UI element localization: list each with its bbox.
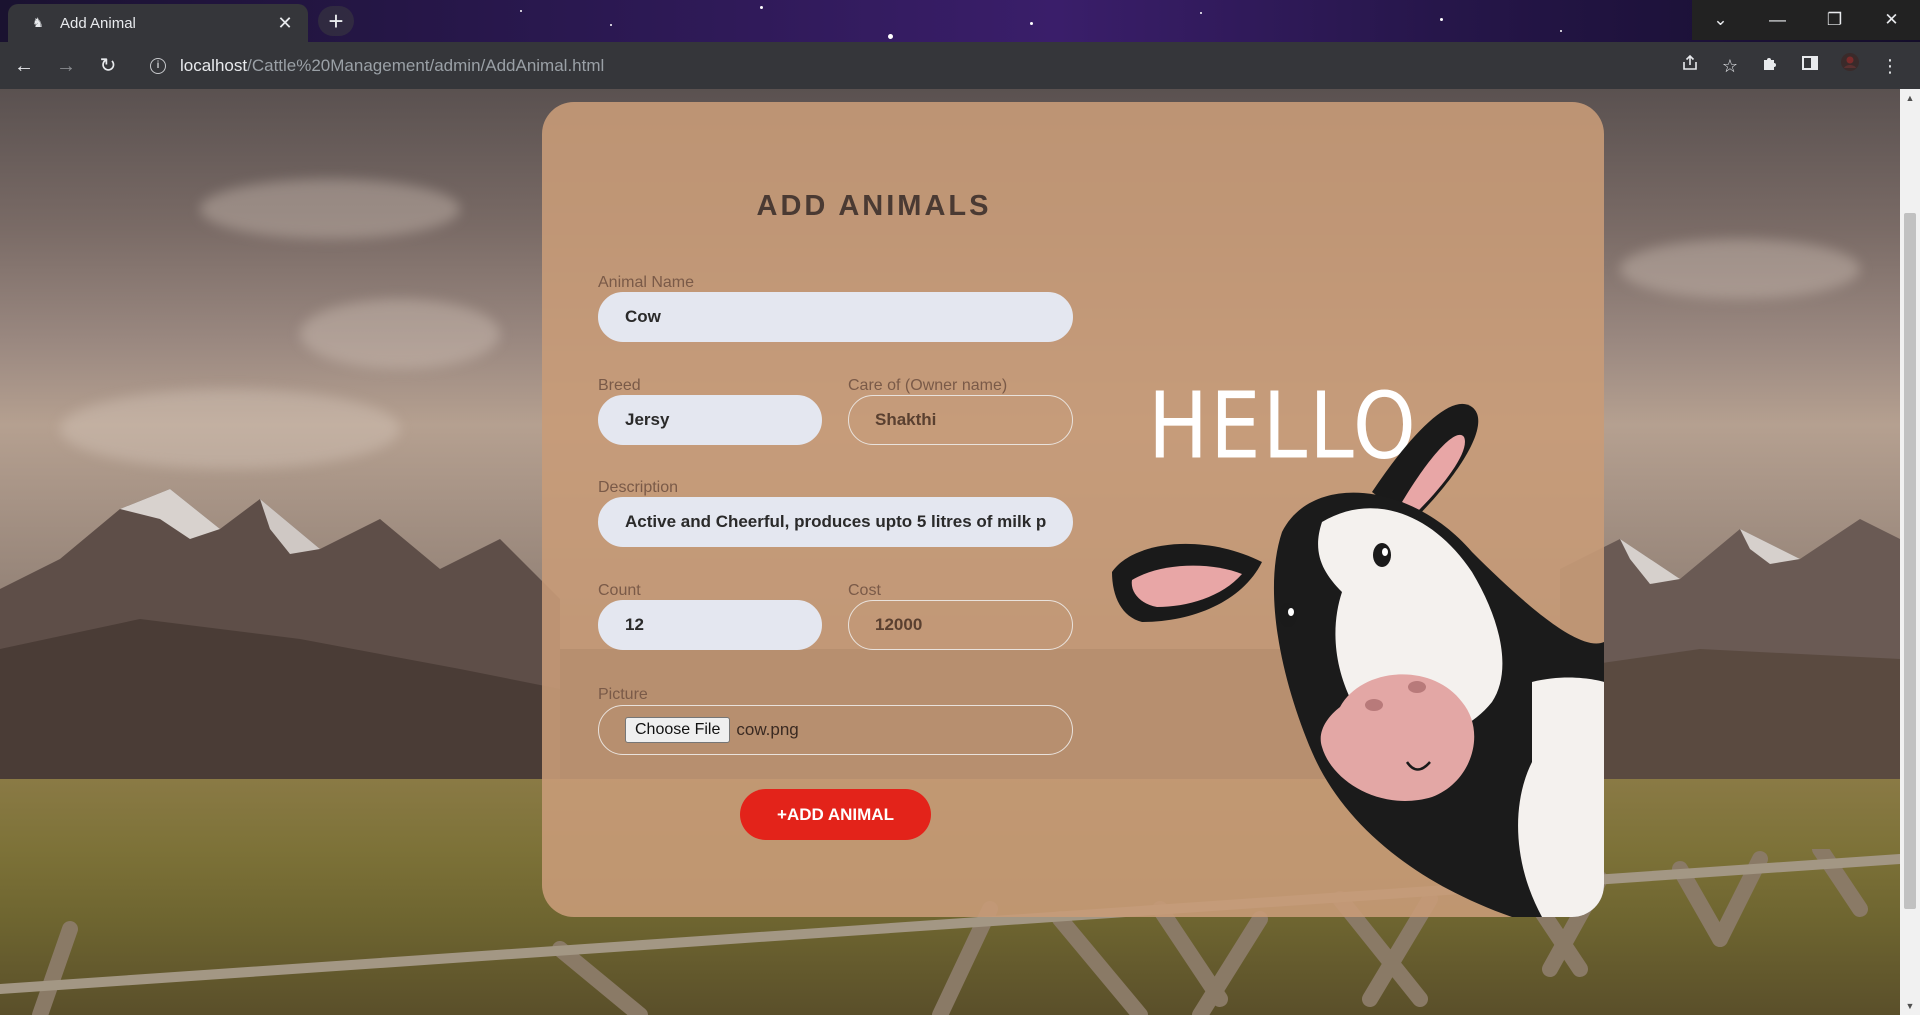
page-viewport: ADD ANIMALS Animal Name Breed Care of (O…	[0, 89, 1900, 1015]
menu-kebab-icon[interactable]: ⋮	[1870, 48, 1910, 84]
selected-file-name: cow.png	[736, 720, 799, 739]
cow-illustration: HELLO	[1112, 373, 1604, 917]
count-input[interactable]	[598, 600, 822, 650]
animal-name-label: Animal Name	[598, 274, 695, 291]
description-label: Description	[598, 479, 679, 496]
browser-tab-active[interactable]: ♞ Add Animal ✕	[8, 4, 308, 42]
close-tab-icon[interactable]: ✕	[274, 12, 296, 34]
page-scrollbar[interactable]: ▲ ▼	[1900, 89, 1920, 1015]
tab-search-icon[interactable]: ⌄	[1692, 0, 1749, 40]
decorative-star	[1560, 30, 1562, 32]
browser-toolbar: ← → ↻ i localhost/Cattle%20Management/ad…	[0, 42, 1920, 89]
share-icon[interactable]	[1670, 48, 1710, 84]
forward-icon[interactable]: →	[48, 48, 84, 84]
description-input[interactable]	[598, 497, 1073, 547]
picture-label: Picture	[598, 686, 648, 703]
breed-label: Breed	[598, 377, 641, 394]
background-cloud	[200, 179, 460, 239]
restore-icon[interactable]: ❐	[1806, 0, 1863, 40]
decorative-star	[888, 34, 893, 39]
decorative-star	[1030, 22, 1033, 25]
extensions-icon[interactable]	[1750, 48, 1790, 84]
side-panel-icon[interactable]	[1790, 48, 1830, 84]
decorative-star	[1200, 12, 1202, 14]
owner-label: Care of (Owner name)	[848, 377, 1008, 394]
new-tab-button[interactable]: +	[318, 6, 354, 36]
picture-file-input[interactable]: Choose File cow.png	[598, 705, 1073, 755]
decorative-star	[760, 6, 763, 9]
page-title: ADD ANIMALS	[756, 190, 992, 222]
cow-eye-right	[1373, 543, 1391, 567]
tab-title: Add Animal	[60, 14, 136, 32]
scroll-up-arrow-icon[interactable]: ▲	[1900, 89, 1920, 107]
owner-input[interactable]	[848, 395, 1073, 445]
site-info-icon[interactable]: i	[150, 58, 166, 74]
profile-avatar-icon[interactable]	[1830, 48, 1870, 84]
minimize-icon[interactable]: —	[1749, 0, 1806, 40]
browser-tabstrip: ♞ Add Animal ✕ + ⌄ — ❐ ✕	[0, 0, 1920, 42]
url-path: /Cattle%20Management/admin/AddAnimal.htm…	[247, 56, 605, 75]
choose-file-button[interactable]: Choose File	[625, 717, 731, 743]
add-animal-card: ADD ANIMALS Animal Name Breed Care of (O…	[542, 102, 1604, 917]
cost-label: Cost	[848, 582, 881, 599]
breed-input[interactable]	[598, 395, 822, 445]
decorative-star	[610, 24, 612, 26]
hello-greeting-text: HELLO	[1148, 373, 1418, 480]
address-bar[interactable]: i localhost/Cattle%20Management/admin/Ad…	[136, 48, 1666, 84]
reload-icon[interactable]: ↻	[90, 48, 126, 84]
cow-nostril	[1408, 681, 1426, 693]
animal-name-input[interactable]	[598, 292, 1073, 342]
cost-input[interactable]	[848, 600, 1073, 650]
add-animal-button[interactable]: +ADD ANIMAL	[740, 789, 931, 840]
background-cloud	[300, 299, 500, 369]
scroll-down-arrow-icon[interactable]: ▼	[1900, 997, 1920, 1015]
count-label: Count	[598, 582, 641, 599]
window-controls: ⌄ — ❐ ✕	[1692, 0, 1920, 40]
cow-favicon-icon: ♞	[32, 15, 44, 30]
url-text[interactable]: localhost/Cattle%20Management/admin/AddA…	[180, 56, 604, 76]
close-window-icon[interactable]: ✕	[1863, 0, 1920, 40]
cow-eye-left-glint	[1288, 608, 1294, 616]
decorative-star	[1440, 18, 1443, 21]
scrollbar-thumb[interactable]	[1904, 213, 1916, 909]
cow-eye-left	[1279, 603, 1297, 627]
cow-nostril	[1365, 699, 1383, 711]
decorative-star	[520, 10, 522, 12]
back-icon[interactable]: ←	[6, 48, 42, 84]
background-cloud	[1620, 239, 1860, 299]
cow-eye-right-glint	[1382, 548, 1388, 556]
bookmark-star-icon[interactable]: ☆	[1710, 48, 1750, 84]
url-host: localhost	[180, 56, 248, 75]
toolbar-icons: ☆ ⋮	[1670, 48, 1910, 84]
